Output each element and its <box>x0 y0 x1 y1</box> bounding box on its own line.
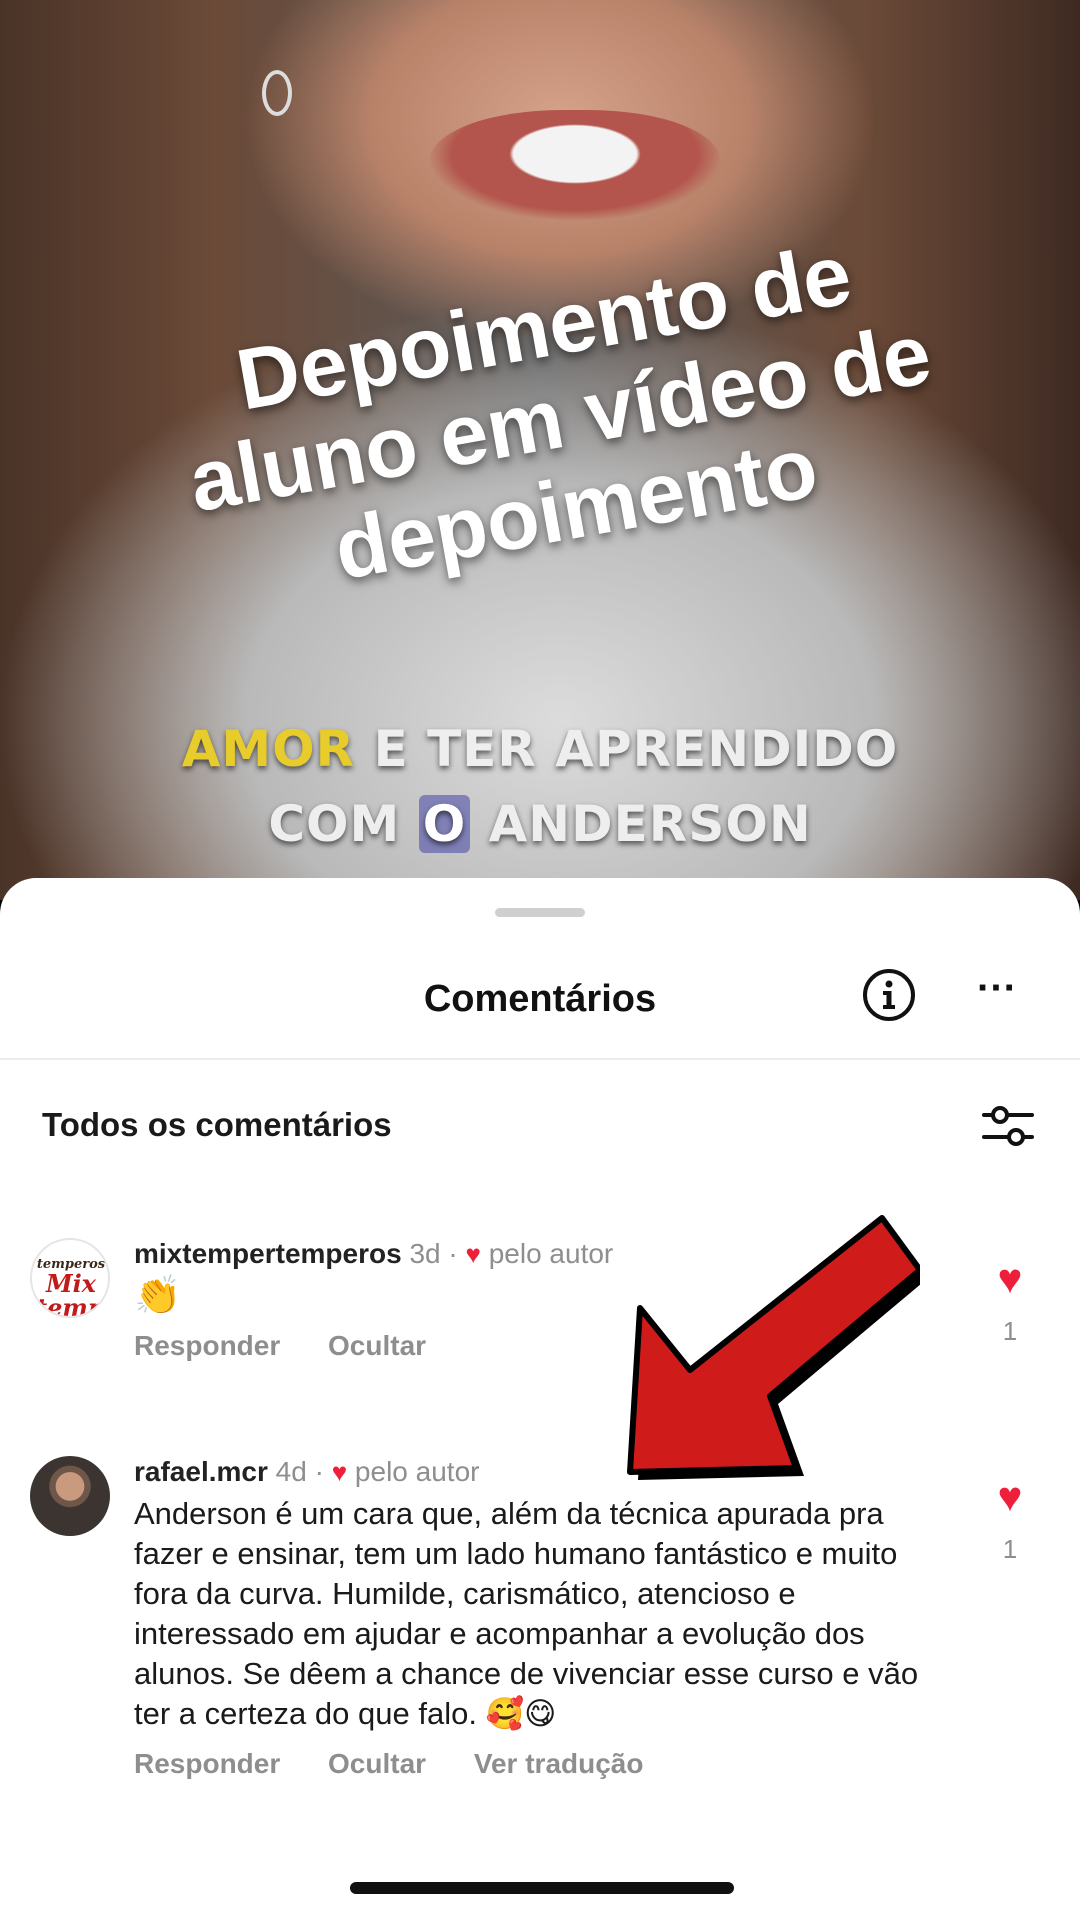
sheet-drag-handle[interactable] <box>495 908 585 917</box>
heart-icon: ♥ <box>465 1239 481 1269</box>
caption-highlight-word: AMOR <box>181 720 356 778</box>
liked-by-author-label: pelo autor <box>354 1456 480 1487</box>
info-icon[interactable] <box>862 968 916 1022</box>
comments-section-header: Todos os comentários <box>0 1098 1080 1168</box>
like-count: 1 <box>1002 1534 1018 1564</box>
caption-line-2-after: ANDERSON <box>470 795 812 853</box>
avatar[interactable] <box>30 1456 110 1536</box>
video-overlay-title: Depoimento de aluno em vídeo de depoimen… <box>182 226 938 599</box>
comment-text: Anderson é um cara que, além da técnica … <box>134 1496 919 1731</box>
comment-time: 4d <box>275 1456 307 1487</box>
reply-button[interactable]: Responder <box>134 1748 280 1779</box>
hide-button[interactable]: Ocultar <box>328 1330 426 1361</box>
video-earring-detail <box>262 70 292 116</box>
like-button[interactable]: ♥ 1 <box>985 1476 1035 1565</box>
like-count: 1 <box>1002 1316 1018 1346</box>
avatar[interactable]: temperosMix temper <box>30 1238 110 1318</box>
comment-username[interactable]: mixtempertemperos <box>134 1238 402 1269</box>
red-arrow-icon <box>620 1200 928 1500</box>
section-title: Todos os comentários <box>42 1106 392 1143</box>
sheet-header: Comentários ··· <box>0 938 1080 1060</box>
comment-actions: Responder Ocultar Ver tradução <box>134 1748 954 1780</box>
sheet-title: Comentários <box>423 978 657 1020</box>
video-caption-line-1: AMOR E TER APRENDIDO <box>0 720 1080 778</box>
comment-time: 3d <box>409 1238 441 1269</box>
caption-line-2-before: COM <box>268 795 419 853</box>
caption-line-2-boxed-word: O <box>418 795 471 853</box>
video-player[interactable]: Depoimento de aluno em vídeo de depoimen… <box>0 0 1080 900</box>
filter-icon[interactable] <box>980 1098 1036 1154</box>
caption-line-1-text: E TER APRENDIDO <box>355 720 899 778</box>
hide-button[interactable]: Ocultar <box>328 1748 426 1779</box>
heart-icon: ♥ <box>997 1255 1023 1302</box>
comment-body: rafael.mcr 4d · ♥ pelo autor Anderson é … <box>134 1456 954 1780</box>
video-caption-line-2: COM O ANDERSON <box>0 795 1080 853</box>
see-translation-button[interactable]: Ver tradução <box>474 1748 644 1779</box>
meta-separator: · <box>314 1456 324 1487</box>
heart-icon: ♥ <box>331 1457 348 1487</box>
liked-by-author-label: pelo autor <box>488 1238 614 1269</box>
reply-button[interactable]: Responder <box>134 1330 280 1361</box>
brand-logo: temperosMix temper <box>36 1257 108 1318</box>
heart-icon: ♥ <box>997 1473 1023 1520</box>
comment-username[interactable]: rafael.mcr <box>134 1456 268 1487</box>
more-icon[interactable]: ··· <box>972 968 1022 1017</box>
video-face-detail <box>430 110 720 220</box>
like-button[interactable]: ♥ 1 <box>985 1258 1035 1347</box>
meta-separator: · <box>448 1238 458 1269</box>
home-indicator[interactable] <box>350 1882 734 1894</box>
